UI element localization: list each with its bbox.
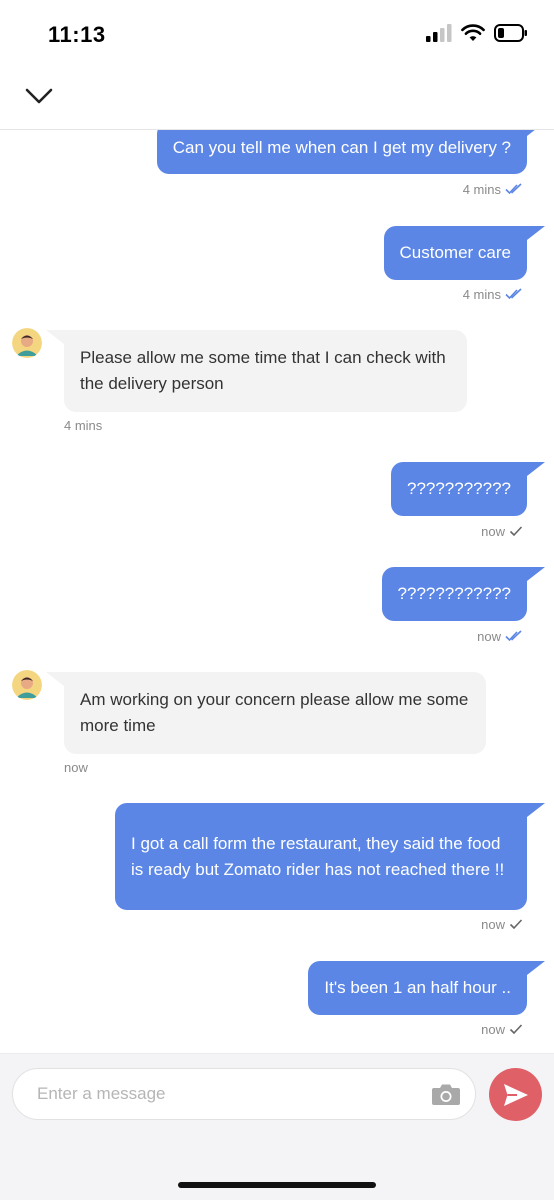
message-text: ???????????? (397, 584, 511, 603)
double-check-icon (505, 183, 522, 195)
double-check-icon (505, 630, 522, 642)
battery-icon (494, 24, 527, 42)
message-meta: 4 mins (463, 181, 523, 197)
check-icon (509, 526, 523, 537)
check-icon (509, 1024, 523, 1035)
signal-icon (426, 24, 452, 42)
message-meta: now (481, 1021, 523, 1037)
incoming-message[interactable]: Please allow me some time that I can che… (46, 330, 467, 412)
status-bar: 11:13 (0, 0, 554, 70)
message-text: Am working on your concern please allow … (80, 690, 469, 735)
outgoing-message[interactable]: Can you tell me when can I get my delive… (156, 130, 546, 174)
wifi-icon (461, 24, 485, 41)
outgoing-message[interactable]: It's been 1 an half hour .. (308, 961, 545, 1015)
message-composer (0, 1053, 554, 1200)
message-text: Can you tell me when can I get my delive… (172, 138, 511, 157)
message-meta: now (481, 523, 523, 539)
agent-avatar (12, 670, 42, 700)
message-input[interactable] (37, 1069, 427, 1119)
send-button[interactable] (489, 1068, 542, 1121)
message-text: Please allow me some time that I can che… (80, 348, 446, 393)
home-indicator (178, 1182, 376, 1188)
message-time: 4 mins (64, 418, 103, 433)
message-meta: 4 mins (463, 286, 523, 302)
message-time: now (64, 760, 88, 775)
message-time: now (481, 916, 505, 932)
message-text: It's been 1 an half hour .. (324, 978, 511, 997)
send-icon (503, 1083, 528, 1106)
chat-thread[interactable]: Can you tell me when can I get my delive… (0, 130, 554, 1053)
agent-avatar (12, 328, 42, 358)
status-icons (426, 24, 528, 42)
outgoing-message[interactable]: ???????????? (381, 567, 546, 621)
message-time: now (481, 1021, 505, 1037)
status-time: 11:13 (48, 22, 106, 47)
message-time: 4 mins (462, 181, 501, 197)
message-time: now (477, 628, 501, 644)
message-meta: now (477, 628, 523, 644)
message-time: now (481, 523, 505, 539)
message-meta: now (481, 916, 523, 932)
chevron-down-icon[interactable] (24, 84, 54, 108)
message-input-container[interactable] (12, 1068, 476, 1120)
chat-header (0, 70, 554, 130)
outgoing-message[interactable]: I got a call form the restaurant, they s… (115, 803, 545, 910)
message-text: Customer care (399, 243, 511, 262)
message-text: ??????????? (406, 479, 511, 498)
message-time: 4 mins (462, 286, 501, 302)
check-icon (509, 919, 523, 930)
incoming-message[interactable]: Am working on your concern please allow … (46, 672, 486, 754)
outgoing-message[interactable]: Customer care (383, 226, 546, 280)
message-text: I got a call form the restaurant, they s… (131, 833, 505, 879)
outgoing-message[interactable]: ??????????? (390, 462, 546, 516)
camera-icon[interactable] (431, 1081, 461, 1107)
double-check-icon (505, 288, 522, 300)
